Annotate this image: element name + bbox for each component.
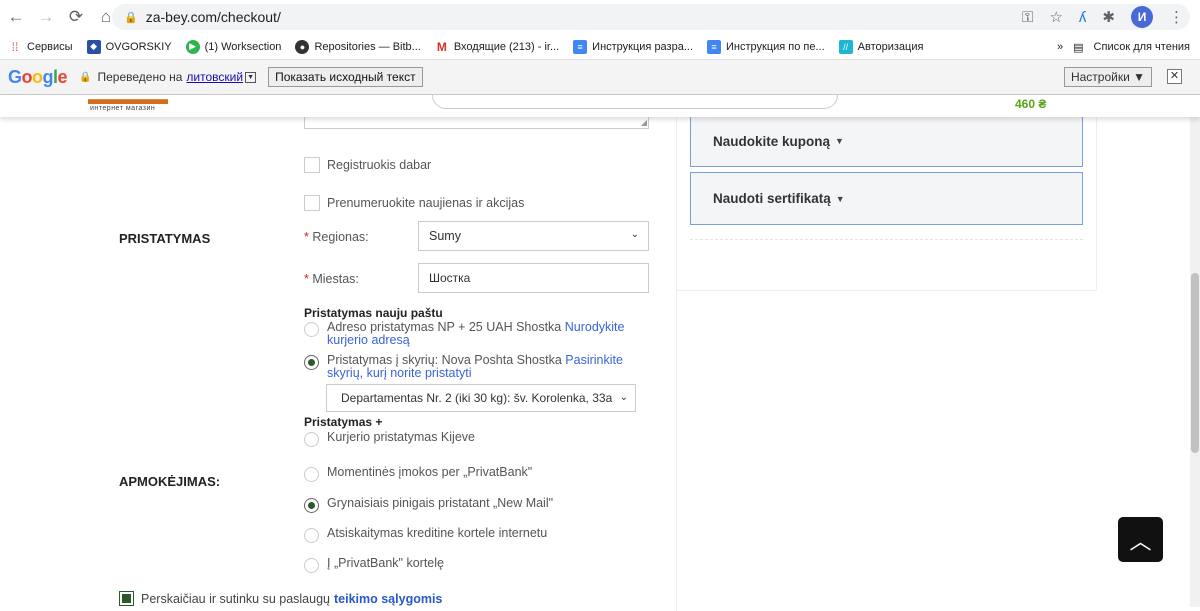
scroll-to-top-button[interactable]: ︿	[1118, 517, 1163, 562]
extension-icon[interactable]: ʎ	[1079, 9, 1087, 26]
pay-privat-card-radio[interactable]	[304, 558, 319, 573]
apps-icon: ⁞⁞	[11, 39, 19, 54]
browser-toolbar: ← → ⟳ ⌂ 🔒 za-bey.com/checkout/ ⚿ ☆ ʎ ✱ И…	[0, 0, 1200, 34]
plus-group-title: Pristatymas +	[304, 415, 383, 429]
subscribe-checkbox-row[interactable]: Prenumeruokite naujienas ir akcijas	[304, 195, 524, 211]
register-checkbox[interactable]	[304, 157, 320, 173]
lock-icon: 🔒	[79, 71, 92, 83]
terms-link[interactable]: teikimo sąlygomis	[334, 592, 442, 606]
puzzle-icon[interactable]: ✱	[1102, 8, 1115, 26]
bookmarks-more[interactable]: »	[1057, 41, 1063, 53]
np-branch-radio[interactable]	[304, 355, 319, 370]
courier-kiev-option[interactable]: Kurjerio pristatymas Kijeve	[304, 431, 475, 447]
google-logo: Google	[8, 66, 68, 87]
bookmark-gmail[interactable]: M Входящие (213) - ir...	[435, 40, 559, 54]
pay-card-online-radio[interactable]	[304, 528, 319, 543]
register-checkbox-row[interactable]: Registruokis dabar	[304, 157, 431, 173]
menu-icon[interactable]: ⋮	[1169, 8, 1184, 26]
docs-icon: ≡	[707, 39, 721, 54]
bookmarks-right: » ▤ Список для чтения	[1057, 34, 1190, 60]
auth-icon: //	[838, 39, 853, 54]
payment-section-title: APMOKĖJIMAS:	[119, 474, 221, 489]
translate-settings-button[interactable]: Настройки ▼	[1063, 67, 1152, 87]
reload-icon[interactable]: ⟳	[62, 3, 90, 31]
lock-icon[interactable]: 🔒	[124, 11, 138, 24]
bookmark-docs-2[interactable]: ≡ Инструкция по пе...	[707, 39, 825, 54]
city-label: * Miestas:	[304, 272, 359, 286]
site-search-input[interactable]	[432, 95, 838, 109]
pay-cash-radio[interactable]	[304, 498, 319, 513]
chevron-down-icon: ⌄	[617, 392, 628, 403]
pay-card-online-option[interactable]: Atsiskaitymas kreditine kortele internet…	[304, 527, 547, 543]
toolbar-actions: ⚿ ☆ ʎ ✱ И ⋮	[1022, 4, 1184, 30]
region-select[interactable]: Sumy ⌄	[418, 221, 649, 251]
star-icon[interactable]: ☆	[1049, 8, 1062, 26]
show-original-button[interactable]: Показать исходный текст	[268, 67, 423, 87]
docs-icon: ≡	[573, 39, 588, 54]
site-header: ▬▬▬▬▬ интернет магазин 460 ₴	[0, 95, 1200, 117]
terms-checkbox[interactable]	[119, 591, 134, 606]
profile-avatar[interactable]: И	[1131, 6, 1153, 28]
checkout-content: ◢ Registruokis dabar Prenumeruokite nauj…	[0, 115, 1200, 611]
translate-bar: Google 🔒 Переведено на литовский ▼ Показ…	[0, 60, 1200, 95]
panel-divider	[690, 239, 1083, 240]
branch-select[interactable]: Departamentas Nr. 2 (iki 30 kg): šv. Kor…	[326, 384, 636, 412]
translated-to-label: Переведено на	[97, 70, 183, 84]
bookmark-docs-1[interactable]: ≡ Инструкция разра...	[573, 39, 693, 54]
region-label: * Regionas:	[304, 230, 369, 244]
url-text: za-bey.com/checkout/	[145, 9, 281, 25]
ovgorskiy-icon: ◆	[86, 39, 101, 54]
language-dropdown-icon[interactable]: ▼	[245, 71, 257, 83]
bookmark-bitbucket[interactable]: ● Repositories — Bitb...	[295, 39, 421, 54]
back-icon[interactable]: ←	[2, 3, 30, 31]
bookmark-worksection[interactable]: ▶ (1) Worksection	[185, 39, 281, 54]
coupon-accordion[interactable]: Naudokite kuponą ▼	[690, 115, 1083, 167]
key-icon[interactable]: ⚿	[1022, 9, 1033, 26]
subscribe-checkbox[interactable]	[304, 195, 320, 211]
bookmarks-bar: ⁞⁞ Сервисы ◆ OVGORSKIY ▶ (1) Worksection…	[0, 34, 1200, 60]
caret-down-icon: ▼	[835, 193, 845, 204]
np-address-radio[interactable]	[304, 322, 319, 337]
certificate-accordion[interactable]: Naudoti sertifikatą ▼	[690, 172, 1083, 225]
nova-poshta-group-title: Pristatymas nauju paštu	[304, 306, 443, 320]
delivery-section-title: PRISTATYMAS	[119, 231, 211, 246]
pay-privat-instant-radio[interactable]	[304, 467, 319, 482]
caret-down-icon: ▼	[835, 136, 844, 146]
bookmark-apps[interactable]: ⁞⁞ Сервисы	[8, 40, 73, 54]
site-logo-subtitle: интернет магазин	[90, 105, 156, 112]
column-divider	[676, 291, 677, 611]
pay-privat-instant-option[interactable]: Momentinės įmokos per „PrivatBank"	[304, 466, 532, 482]
courier-kiev-radio[interactable]	[304, 432, 319, 447]
pay-privat-card-option[interactable]: Į „PrivatBank" kortelę	[304, 557, 444, 573]
pay-cash-option[interactable]: Grynaisiais pinigais pristatant „New Mai…	[304, 497, 553, 513]
chevron-down-icon: ⌄	[630, 229, 639, 240]
forward-icon[interactable]: →	[32, 3, 60, 31]
page-scrollbar[interactable]	[1190, 95, 1200, 607]
bitbucket-icon: ●	[295, 39, 310, 54]
np-address-option[interactable]: Adreso pristatymas NP + 25 UAH Shostka N…	[304, 321, 627, 347]
city-input[interactable]: Шостка	[418, 263, 649, 293]
scrollbar-thumb[interactable]	[1191, 273, 1199, 453]
bookmark-auth[interactable]: // Авторизация	[838, 39, 923, 54]
cart-total[interactable]: 460 ₴	[1015, 97, 1046, 111]
terms-checkbox-row[interactable]: Perskaičiau ir sutinku su paslaugų teiki…	[119, 591, 442, 606]
worksection-icon: ▶	[185, 39, 200, 54]
chevron-up-icon: ︿	[1129, 528, 1152, 554]
comment-textarea[interactable]: ◢	[304, 115, 649, 129]
close-icon[interactable]: ✕	[1167, 69, 1182, 84]
bookmark-ovgorskiy[interactable]: ◆ OVGORSKIY	[86, 39, 172, 54]
resize-handle-icon[interactable]: ◢	[641, 118, 647, 127]
reading-list[interactable]: Список для чтения	[1094, 41, 1190, 53]
reading-list-icon[interactable]: ▤	[1073, 41, 1083, 54]
gmail-icon: M	[436, 39, 447, 54]
np-branch-option[interactable]: Pristatymas į skyrių: Nova Poshta Shostk…	[304, 354, 627, 380]
target-language-link[interactable]: литовский	[186, 70, 243, 84]
